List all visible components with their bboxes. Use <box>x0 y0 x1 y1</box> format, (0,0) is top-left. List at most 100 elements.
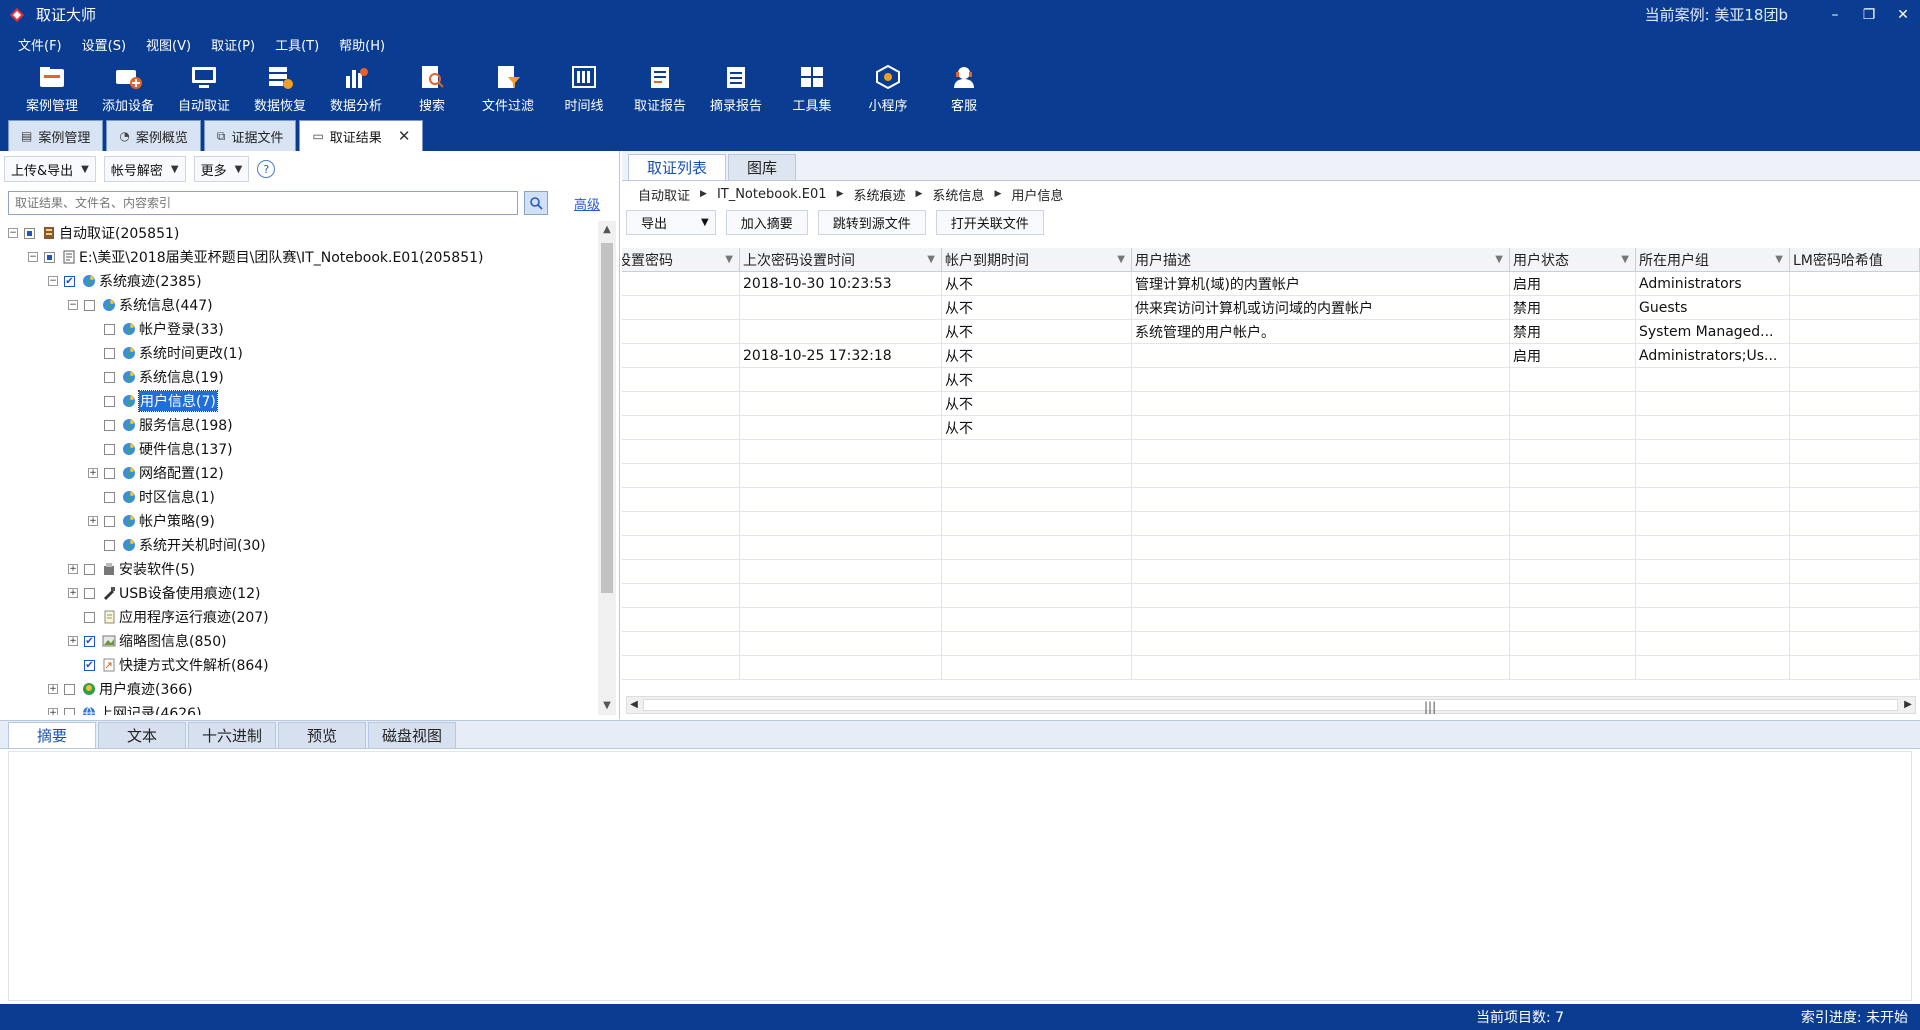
tree-node[interactable]: 应用程序运行痕迹(207) <box>0 605 598 629</box>
tree-node[interactable]: + 帐户策略(9) <box>0 509 598 533</box>
tree-node[interactable]: 帐户登录(33) <box>0 317 598 341</box>
tree-node[interactable]: ✔ 快捷方式文件解析(864) <box>0 653 598 677</box>
tree-checkbox[interactable] <box>44 251 55 263</box>
restore-button[interactable]: ❐ <box>1852 7 1886 23</box>
tree-checkbox[interactable] <box>84 299 95 311</box>
report-button[interactable]: 取证报告 <box>622 59 698 117</box>
tree-checkbox[interactable] <box>24 227 35 239</box>
auto-forensics-button[interactable]: 自动取证 <box>166 59 242 117</box>
file-filter-button[interactable]: 文件过滤 <box>470 59 546 117</box>
scroll-right-icon[interactable]: ▶ <box>1901 697 1915 713</box>
tree-checkbox[interactable] <box>84 587 95 599</box>
expand-icon[interactable]: + <box>68 564 78 574</box>
breadcrumb-item[interactable]: 自动取证 <box>638 185 690 204</box>
filter-icon[interactable]: ▼ <box>725 254 733 265</box>
table-row[interactable]: 2018-10-25 17:32:18 从不 启用 Administrators;Us… <box>622 344 1920 368</box>
menu-tools[interactable]: 工具(T) <box>265 35 329 54</box>
tree-node[interactable]: − 自动取证(205851) <box>0 221 598 245</box>
filter-icon[interactable]: ▼ <box>1621 254 1629 265</box>
more-dropdown[interactable]: 更多 ▼ <box>193 156 250 182</box>
menu-file[interactable]: 文件(F) <box>8 35 72 54</box>
tab-evidence-files[interactable]: ⧉ 证据文件 <box>203 120 297 151</box>
menu-view[interactable]: 视图(V) <box>136 35 201 54</box>
toolset-button[interactable]: 工具集 <box>774 59 850 117</box>
timeline-button[interactable]: 时间线 <box>546 59 622 117</box>
breadcrumb-item[interactable]: 系统痕迹 <box>853 185 905 204</box>
tree-node[interactable]: + ✔ 缩略图信息(850) <box>0 629 598 653</box>
data-recovery-button[interactable]: 数据恢复 <box>242 59 318 117</box>
help-icon[interactable]: ? <box>257 160 276 178</box>
column-header[interactable]: 所在用户组 ▼ <box>1636 248 1790 271</box>
expand-icon[interactable]: + <box>88 468 98 478</box>
scroll-left-icon[interactable]: ◀ <box>627 697 641 713</box>
tree-node[interactable]: + 用户痕迹(366) <box>0 677 598 701</box>
advanced-search-link[interactable]: 高级 <box>574 194 600 213</box>
menu-settings[interactable]: 设置(S) <box>72 35 136 54</box>
tree-checkbox[interactable] <box>104 515 115 527</box>
menu-forensics[interactable]: 取证(P) <box>201 35 265 54</box>
add-excerpt-button[interactable]: 加入摘要 <box>725 209 808 235</box>
tab-summary[interactable]: 摘要 <box>8 722 96 748</box>
collapse-icon[interactable]: − <box>48 276 58 286</box>
breadcrumb-item[interactable]: IT_Notebook.E01 <box>717 187 827 202</box>
tree-checkbox[interactable]: ✔ <box>84 659 95 671</box>
account-decrypt-dropdown[interactable]: 帐号解密 ▼ <box>103 156 186 182</box>
breadcrumb-item[interactable]: 系统信息 <box>932 185 984 204</box>
filter-icon[interactable]: ▼ <box>927 254 935 265</box>
tab-preview[interactable]: 预览 <box>278 722 366 748</box>
expand-icon[interactable]: + <box>88 516 98 526</box>
open-related-file-button[interactable]: 打开关联文件 <box>935 209 1044 235</box>
tree-checkbox[interactable] <box>64 707 75 715</box>
tab-forensic-list[interactable]: 取证列表 <box>628 154 727 180</box>
tree-checkbox[interactable] <box>64 683 75 695</box>
grid-horizontal-scrollbar[interactable]: ◀ ||| ▶ <box>626 696 1916 714</box>
scroll-down-icon[interactable]: ▼ <box>598 697 616 715</box>
data-analysis-button[interactable]: 数据分析 <box>318 59 394 117</box>
table-row[interactable]: 从不 供来宾访问计算机或访问域的内置帐户 禁用 Guests <box>622 296 1920 320</box>
tree-node[interactable]: − E:\美亚\2018届美亚杯题目\团队赛\IT_Notebook.E01(20… <box>0 245 598 269</box>
tree-node[interactable]: + 安装软件(5) <box>0 557 598 581</box>
menu-help[interactable]: 帮助(H) <box>329 35 395 54</box>
scroll-thumb[interactable] <box>601 243 613 593</box>
tree-node[interactable]: + USB设备使用痕迹(12) <box>0 581 598 605</box>
column-header[interactable]: 用户状态 ▼ <box>1510 248 1636 271</box>
add-device-button[interactable]: 添加设备 <box>90 59 166 117</box>
breadcrumb-item[interactable]: 用户信息 <box>1011 185 1063 204</box>
tab-text[interactable]: 文本 <box>98 722 186 748</box>
search-input[interactable] <box>8 191 518 215</box>
case-manage-button[interactable]: 案例管理 <box>14 59 90 117</box>
table-row[interactable]: 从不 <box>622 368 1920 392</box>
customer-service-button[interactable]: 客服 <box>926 59 1002 117</box>
filter-icon[interactable]: ▼ <box>1775 254 1783 265</box>
tree-checkbox[interactable] <box>84 563 95 575</box>
expand-icon[interactable]: + <box>48 684 58 694</box>
tree-checkbox[interactable] <box>104 347 115 359</box>
tree-checkbox[interactable]: ✔ <box>84 635 95 647</box>
mini-program-button[interactable]: 小程序 <box>850 59 926 117</box>
close-tab-icon[interactable]: ✕ <box>398 127 411 145</box>
collapse-icon[interactable]: − <box>28 252 38 262</box>
tree-checkbox[interactable] <box>104 443 115 455</box>
table-row[interactable]: 从不 系统管理的用户帐户。 禁用 System Managed... <box>622 320 1920 344</box>
tree-checkbox[interactable]: ✔ <box>64 275 75 287</box>
tree-node[interactable]: 系统信息(19) <box>0 365 598 389</box>
search-button[interactable] <box>524 191 548 215</box>
tree-node[interactable]: + 网络配置(12) <box>0 461 598 485</box>
column-header[interactable]: 帐户到期时间 ▼ <box>942 248 1132 271</box>
tree-node[interactable]: 服务信息(198) <box>0 413 598 437</box>
tree-checkbox[interactable] <box>104 371 115 383</box>
column-header[interactable]: 用户描述 ▼ <box>1132 248 1510 271</box>
tree-node[interactable]: + 上网记录(4626) <box>0 701 598 715</box>
table-row[interactable]: 2018-10-30 10:23:53 从不 管理计算机(域)的内置帐户 启用 Admi… <box>622 272 1920 296</box>
scroll-up-icon[interactable]: ▲ <box>598 221 616 239</box>
expand-icon[interactable]: + <box>48 708 58 715</box>
excerpt-report-button[interactable]: 摘录报告 <box>698 59 774 117</box>
jump-to-source-button[interactable]: 跳转到源文件 <box>817 209 926 235</box>
tree-checkbox[interactable] <box>104 323 115 335</box>
upload-export-dropdown[interactable]: 上传&导出 ▼ <box>4 156 96 182</box>
tree-node[interactable]: 硬件信息(137) <box>0 437 598 461</box>
tree-checkbox[interactable] <box>104 395 115 407</box>
expand-icon[interactable]: + <box>68 588 78 598</box>
search-button[interactable]: 搜索 <box>394 59 470 117</box>
scroll-thumb[interactable]: ||| <box>643 699 1898 714</box>
